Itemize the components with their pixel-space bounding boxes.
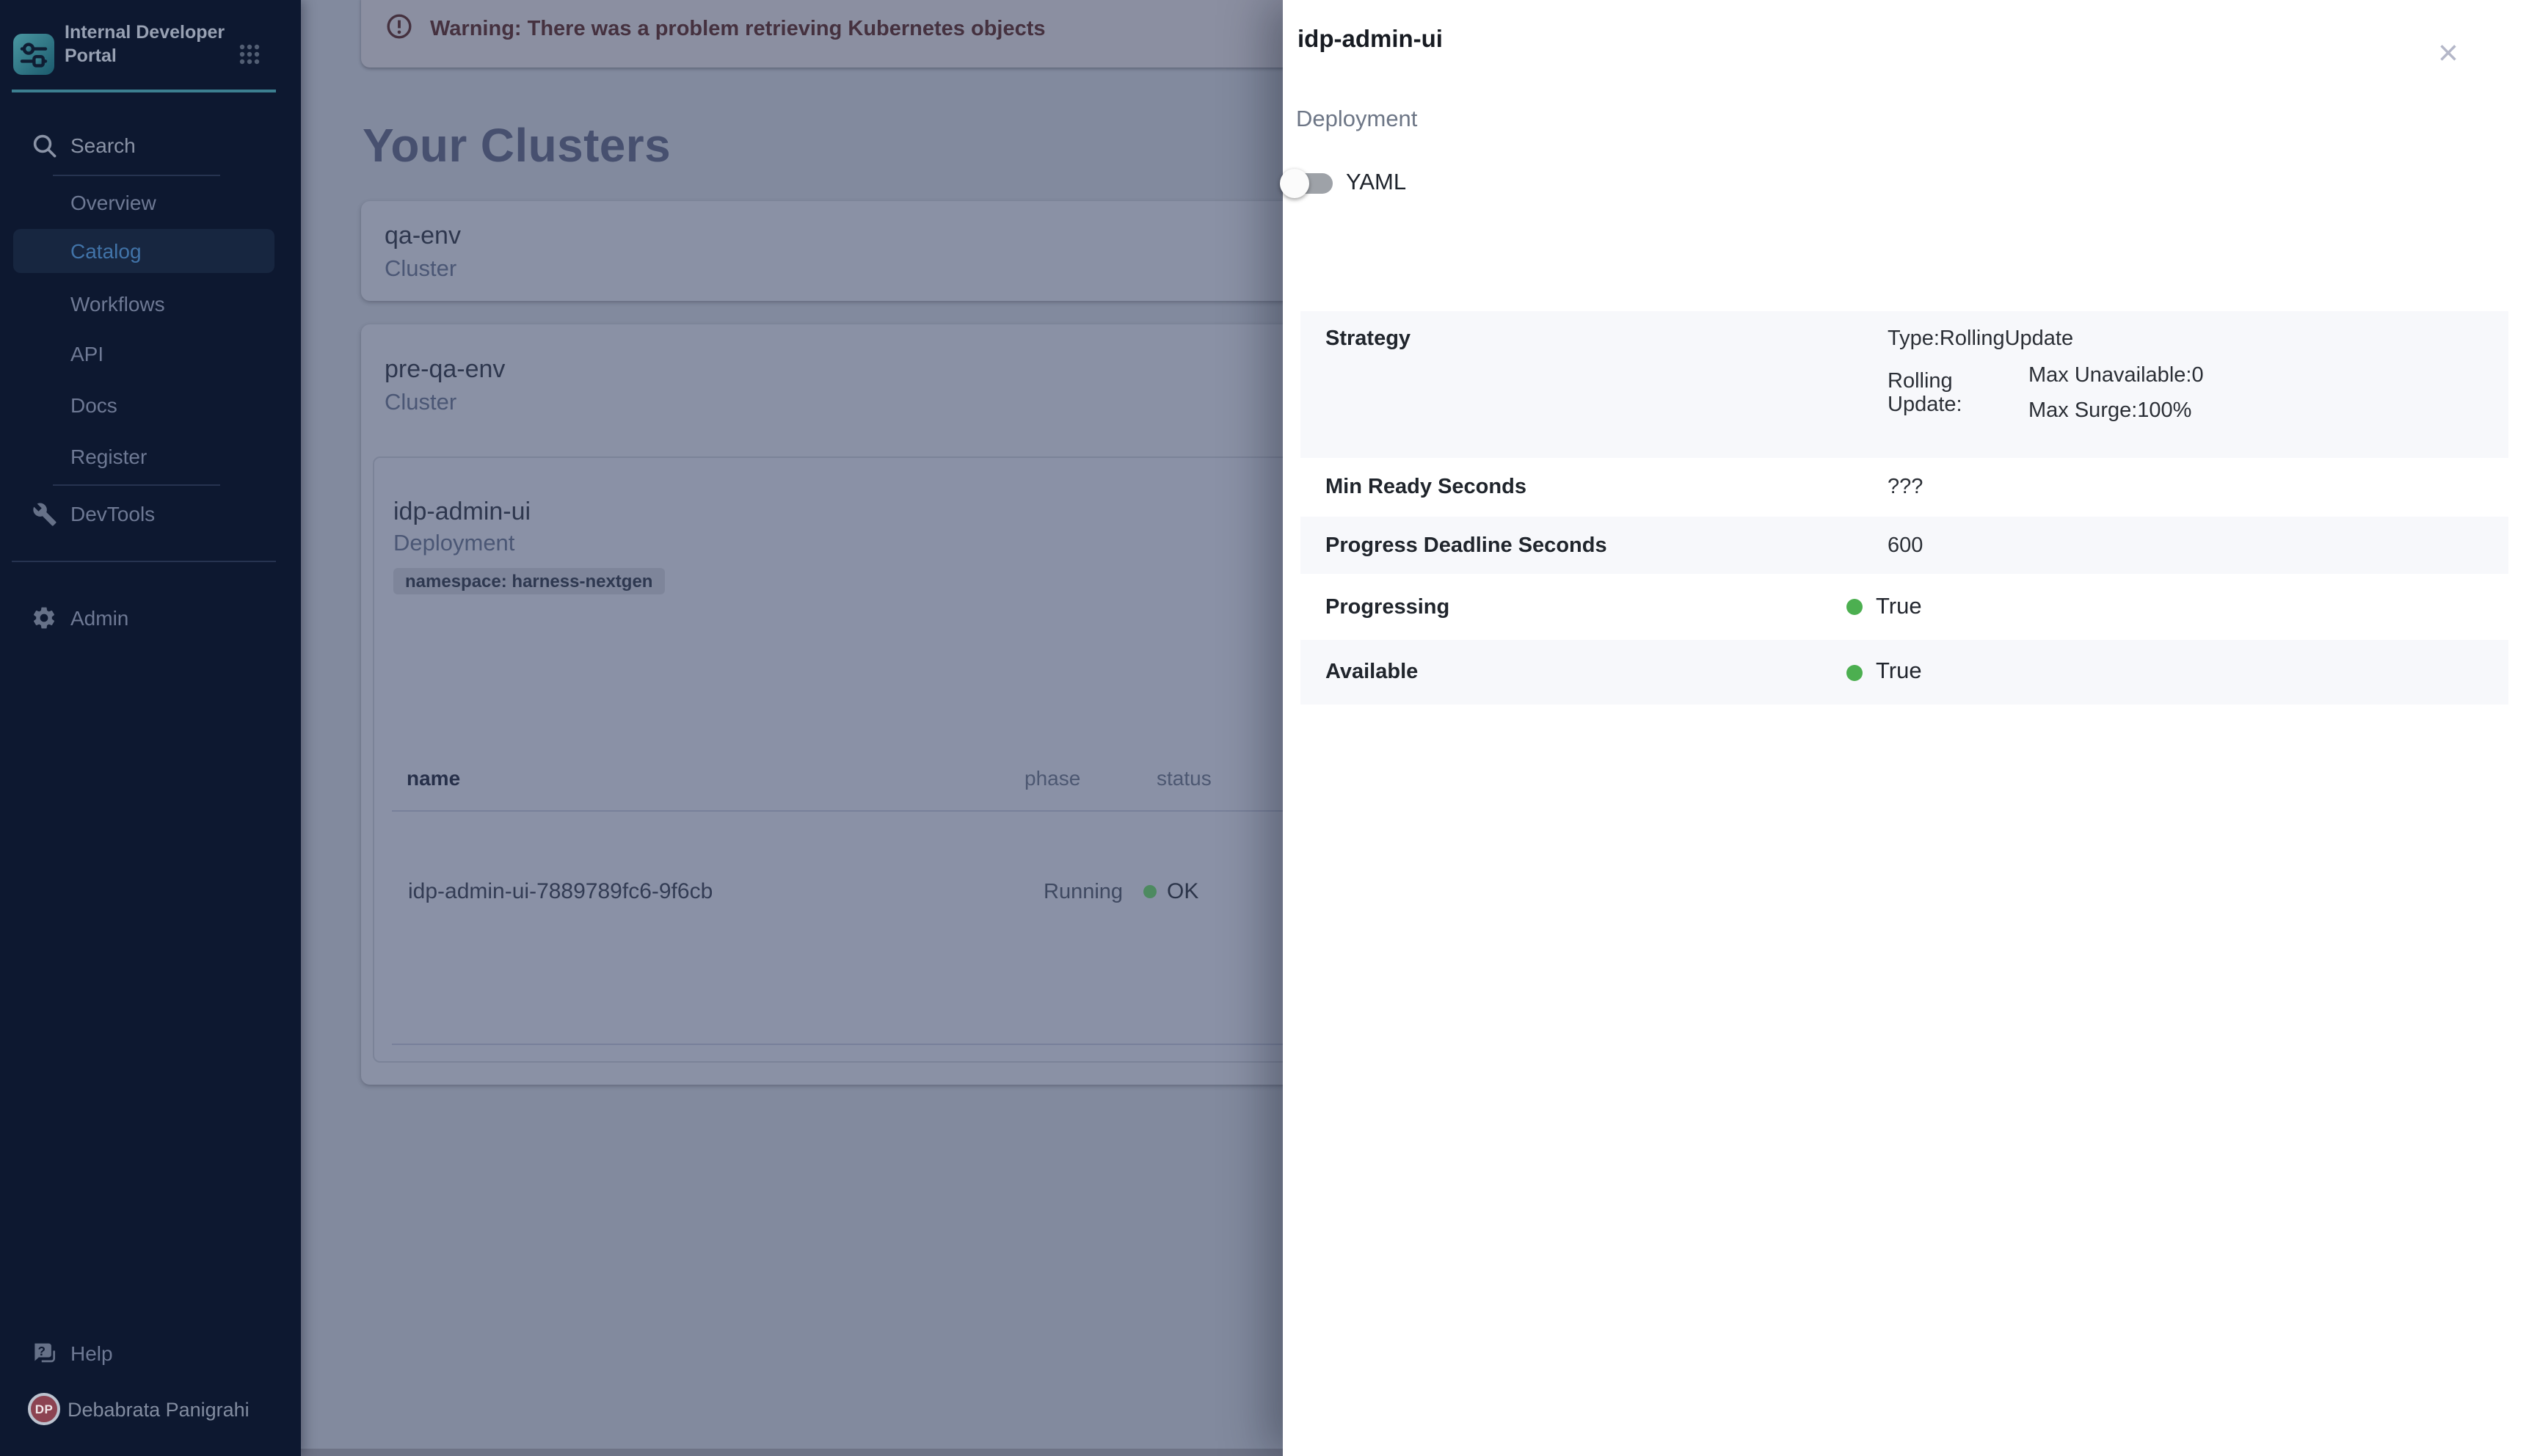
status-true-dot-icon <box>1846 599 1863 615</box>
screen: Warning: There was a problem retrieving … <box>0 0 2526 1456</box>
sidebar-item-label: Overview <box>70 191 156 214</box>
row-min-ready-seconds: Min Ready Seconds ??? <box>1300 458 2508 517</box>
yaml-toggle[interactable] <box>1280 169 1336 198</box>
wrench-icon <box>31 500 57 527</box>
apps-grid-icon[interactable] <box>238 43 261 66</box>
sidebar-item-label: Catalog <box>70 239 142 263</box>
row-value: True <box>1876 594 1922 620</box>
sidebar-item-label: Admin <box>70 606 128 630</box>
gear-icon <box>31 605 57 631</box>
sidebar-divider <box>53 175 220 176</box>
search-icon <box>31 132 57 159</box>
sidebar-item-devtools[interactable]: DevTools <box>0 493 301 534</box>
sidebar-item-api[interactable]: API <box>0 333 301 374</box>
row-progressing: Progressing True <box>1300 574 2508 640</box>
sidebar-item-admin[interactable]: Admin <box>0 597 301 638</box>
strategy-type: Type:RollingUpdate <box>1888 327 2508 351</box>
sidebar-item-label: Register <box>70 445 147 468</box>
rolling-update-label: Rolling Update: <box>1888 370 2028 417</box>
drawer-subtitle: Deployment <box>1296 107 1417 134</box>
close-icon[interactable]: × <box>2426 32 2470 76</box>
row-value: 600 <box>1888 534 1923 557</box>
help-question-glyph: ? <box>38 1344 46 1358</box>
row-available: Available True <box>1300 640 2508 705</box>
sidebar-item-catalog[interactable]: Catalog <box>0 230 301 272</box>
sidebar-item-overview[interactable]: Overview <box>0 182 301 223</box>
sidebar: Internal Developer Portal Search Overvie… <box>0 0 301 1456</box>
user-name: Debabrata Panigrahi <box>68 1399 250 1421</box>
sidebar-item-label: Workflows <box>70 292 165 316</box>
details-drawer: idp-admin-ui × Deployment YAML Strategy … <box>1283 0 2526 1456</box>
row-label: Progressing <box>1300 595 1888 619</box>
max-unavailable: Max Unavailable:0 <box>2028 364 2204 387</box>
sidebar-item-label: Search <box>70 134 136 157</box>
avatar: DP <box>28 1393 60 1425</box>
help-chat-icon: ? <box>31 1340 57 1366</box>
row-label: Available <box>1300 660 1888 684</box>
app-title: Internal Developer Portal <box>65 21 229 68</box>
sidebar-item-label: Help <box>70 1342 113 1365</box>
row-value: ??? <box>1888 476 1923 499</box>
row-label: Strategy <box>1300 311 1888 458</box>
row-value: True <box>1876 659 1922 685</box>
sidebar-item-register[interactable]: Register <box>0 436 301 477</box>
deployment-details-table: Strategy Type:RollingUpdate Rolling Upda… <box>1300 311 2508 705</box>
max-surge: Max Surge:100% <box>2028 399 2204 423</box>
yaml-toggle-label: YAML <box>1346 170 1406 197</box>
drawer-backdrop[interactable] <box>301 0 1283 1456</box>
sidebar-item-docs[interactable]: Docs <box>0 385 301 426</box>
sidebar-item-search[interactable]: Search <box>0 125 301 166</box>
logo-divider <box>12 90 276 92</box>
sidebar-divider <box>53 484 220 486</box>
strategy-value: Type:RollingUpdate Rolling Update: Max U… <box>1888 311 2508 458</box>
row-strategy: Strategy Type:RollingUpdate Rolling Upda… <box>1300 311 2508 458</box>
sidebar-divider <box>12 561 276 562</box>
sidebar-item-label: API <box>70 342 103 365</box>
app-logo-icon <box>13 34 54 75</box>
logo-row[interactable]: Internal Developer Portal <box>0 0 301 91</box>
toggle-thumb <box>1280 169 1309 198</box>
row-label: Min Ready Seconds <box>1300 476 1888 499</box>
status-true-dot-icon <box>1846 664 1863 680</box>
sidebar-item-label: DevTools <box>70 502 155 525</box>
sidebar-item-label: Docs <box>70 393 117 417</box>
drawer-title: idp-admin-ui <box>1297 26 1443 54</box>
sidebar-item-workflows[interactable]: Workflows <box>0 283 301 324</box>
row-progress-deadline-seconds: Progress Deadline Seconds 600 <box>1300 517 2508 574</box>
row-label: Progress Deadline Seconds <box>1300 534 1888 557</box>
sidebar-item-help[interactable]: ? Help <box>0 1333 301 1374</box>
